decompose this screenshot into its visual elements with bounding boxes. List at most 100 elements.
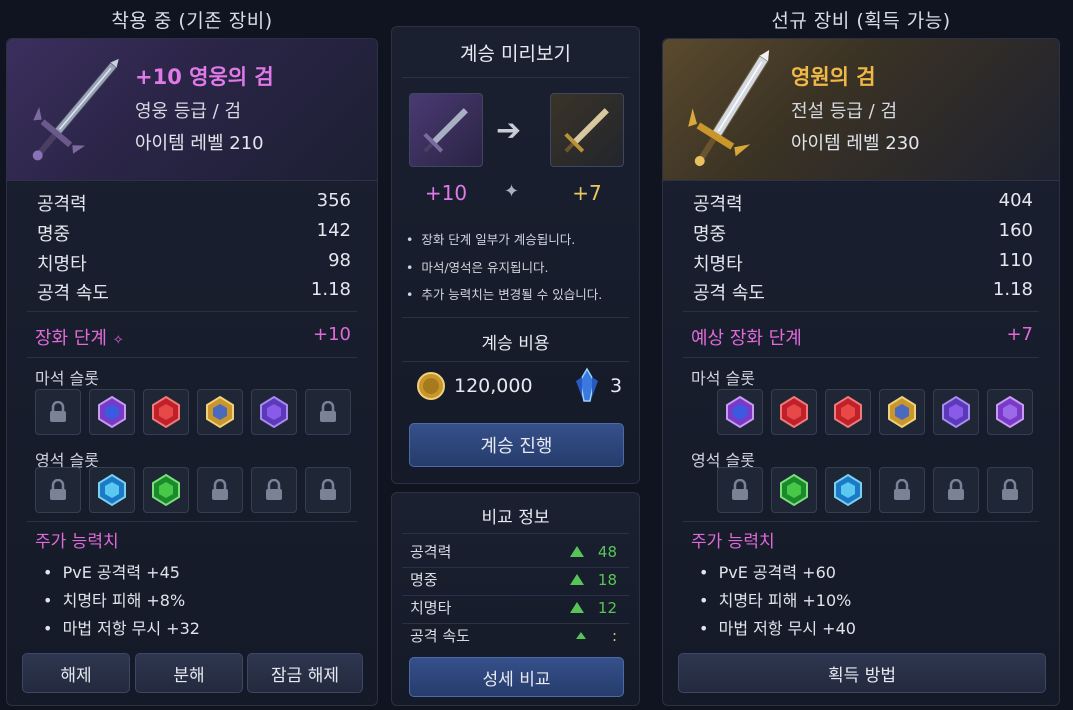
gold-coin-icon: [417, 372, 445, 400]
stat-row: 명중 160: [693, 220, 1033, 246]
compare-row: 명중 18: [410, 569, 617, 590]
compare-row: 공격력 48: [410, 541, 617, 562]
item-header: 영원의 검 전설 등급 / 검 아이템 레벨 230: [663, 39, 1059, 181]
detail-compare-button[interactable]: 성세 비교: [409, 657, 624, 697]
compare-title: 비교 정보: [481, 508, 550, 528]
rune-slot[interactable]: [879, 389, 925, 435]
sword-icon: [564, 108, 609, 153]
soul-slot[interactable]: [143, 467, 189, 513]
locked-slot[interactable]: [717, 467, 763, 513]
acquire-method-button[interactable]: 획득 방법: [678, 653, 1046, 693]
rune-slot[interactable]: [825, 389, 871, 435]
equipped-item-panel: +10 영웅의 검 영웅 등급 / 검 아이템 레벨 210 공격력 356 명중…: [6, 38, 378, 706]
arrow-up-icon: [569, 574, 584, 585]
to-item-box[interactable]: [550, 93, 624, 167]
unequip-button[interactable]: 해제: [22, 653, 130, 693]
cost-title: 계승 비용: [481, 334, 550, 354]
item-level: 아이템 레벨 210: [135, 133, 264, 154]
red-gem-icon: [834, 395, 862, 429]
lock-icon: [1002, 479, 1018, 500]
stat-value: 160: [998, 220, 1033, 241]
extra-stats-label: 주가 능력치: [35, 532, 119, 552]
arrow-up-icon: [569, 546, 584, 557]
lock-icon: [212, 479, 228, 500]
extra-stat-item: • PvE 공격력 +45: [43, 563, 180, 582]
stat-label: 명중: [693, 224, 727, 245]
stat-row: 치명타 110: [693, 250, 1033, 276]
locked-slot[interactable]: [35, 389, 81, 435]
blue-gem-icon: [834, 473, 862, 507]
locked-slot[interactable]: [305, 389, 351, 435]
lock-icon: [50, 479, 66, 500]
compare-delta: 18: [597, 570, 617, 589]
inherit-button[interactable]: 계승 진행: [409, 423, 624, 467]
arrow-right-icon: ➔: [496, 113, 522, 148]
stat-row: 치명타 98: [37, 250, 351, 276]
from-level: +10: [424, 181, 468, 205]
stat-label: 공격력: [37, 194, 87, 215]
rune-slot[interactable]: [987, 389, 1033, 435]
item-name: 영원의 검: [791, 65, 876, 89]
enhance-row: 장화 단계 ✧ +10: [35, 324, 351, 350]
stat-value: 1.18: [310, 279, 351, 300]
compare-label: 공격력: [410, 543, 452, 561]
rune-slot[interactable]: [251, 389, 297, 435]
compare-label: 치명타: [410, 599, 452, 617]
rune-slot[interactable]: [143, 389, 189, 435]
locked-slot[interactable]: [35, 467, 81, 513]
note-item: • 장화 단계 일부가 계승됩니다.: [406, 232, 576, 247]
right-column-title: 선규 장비 (획득 가능): [771, 10, 951, 32]
divider: [402, 77, 629, 78]
unlock-button[interactable]: 잠금 해제: [247, 653, 363, 693]
stat-value: 98: [328, 250, 351, 271]
rune-slot[interactable]: [717, 389, 763, 435]
locked-slot[interactable]: [305, 467, 351, 513]
compare-delta: 12: [597, 598, 617, 617]
rune-slot[interactable]: [771, 389, 817, 435]
gold-cost: 120,000: [454, 375, 533, 397]
sword-icon: [32, 58, 119, 161]
soul-slot[interactable]: [89, 467, 135, 513]
sword-icon: [423, 108, 468, 153]
inherit-preview-panel: 계승 미리보기 ➔ +10 ✦ +7 • 장화 단계 일부가 계승됩니다. • …: [391, 26, 640, 484]
extra-stat-item: • 치명타 피해 +8%: [43, 591, 186, 610]
enhance-label: 예상 장화 단계: [691, 328, 802, 349]
rune-slot[interactable]: [197, 389, 243, 435]
stat-label: 공격 속도: [37, 283, 109, 304]
item-grade: 영웅 등급 / 검: [135, 101, 242, 122]
stat-value: 142: [316, 220, 351, 241]
compare-delta: 48: [597, 542, 617, 561]
purple-gem-icon: [996, 395, 1024, 429]
stat-label: 치명타: [693, 254, 743, 275]
arrow-up-icon: [569, 602, 584, 613]
dismantle-button[interactable]: 분해: [135, 653, 243, 693]
stat-label: 공격력: [693, 194, 743, 215]
soul-slot[interactable]: [825, 467, 871, 513]
locked-slot[interactable]: [879, 467, 925, 513]
note-item: • 마석/영석은 유지됩니다.: [406, 260, 549, 275]
compare-row: 공격 속도:: [410, 625, 617, 646]
lock-icon: [320, 479, 336, 500]
lock-icon: [894, 479, 910, 500]
stat-label: 치명타: [37, 254, 87, 275]
red-gem-icon: [780, 395, 808, 429]
enhance-label: 장화 단계: [35, 328, 107, 349]
lock-icon: [320, 401, 336, 422]
from-item-box[interactable]: [409, 93, 483, 167]
locked-slot[interactable]: [197, 467, 243, 513]
locked-slot[interactable]: [933, 467, 979, 513]
lock-icon: [948, 479, 964, 500]
arrow-up-icon: [575, 632, 586, 639]
preview-title: 계승 미리보기: [460, 43, 571, 65]
locked-slot[interactable]: [251, 467, 297, 513]
rune-slot[interactable]: [933, 389, 979, 435]
crystal-cost: 3: [610, 375, 623, 397]
rune-slot-label: 마석 슬롯: [35, 369, 99, 388]
locked-slot[interactable]: [987, 467, 1033, 513]
gold-gem-icon: [206, 395, 234, 429]
item-grade: 전설 등급 / 검: [791, 101, 898, 122]
rune-slot[interactable]: [89, 389, 135, 435]
stat-row: 공격 속도 1.18: [37, 279, 351, 305]
purple-gem-icon: [726, 395, 754, 429]
soul-slot[interactable]: [771, 467, 817, 513]
